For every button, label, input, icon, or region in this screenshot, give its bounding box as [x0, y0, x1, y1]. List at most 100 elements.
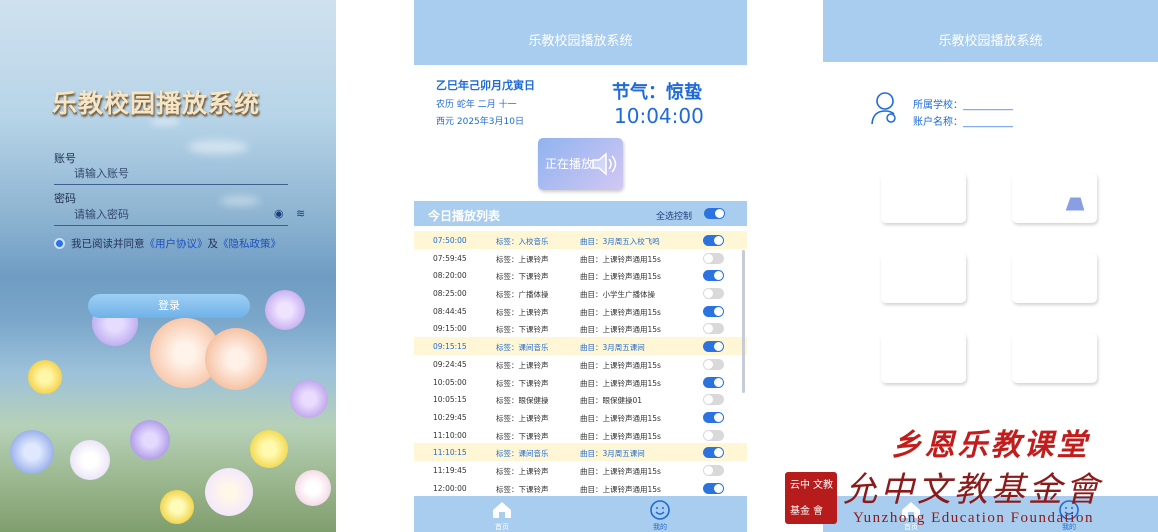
refresh-icon	[933, 346, 957, 370]
select-all-label: 全选控制	[656, 212, 693, 222]
agree-and-text: 及	[207, 238, 219, 250]
row-toggle[interactable]	[703, 394, 724, 406]
playlist-row: 11:10:00 标签：下课铃声 曲目：上课铃声通用15s	[414, 426, 747, 444]
svg-text:?: ?	[1081, 353, 1091, 374]
playlist-title: 今日播放列表	[428, 209, 501, 223]
playlist-row: 11:10:15 标签：课间音乐 曲目：3月周五课间	[414, 443, 747, 461]
profile-screen: 乐教校园播放系统 所属学校：__________ 账户名称：__________…	[823, 0, 1158, 532]
row-time: 10:05:00	[433, 377, 467, 387]
bottom-tab-bar: 首页 我的	[414, 496, 747, 532]
row-toggle[interactable]	[703, 376, 724, 388]
playlist-row: 11:19:45 标签：上课铃声 曲目：上课铃声通用15s	[414, 461, 747, 479]
insert-content-button[interactable]: 插播内容	[881, 253, 966, 303]
row-tag: 标签：上课铃声	[496, 466, 549, 476]
privacy-policy-link[interactable]: 《隐私政策》	[218, 236, 281, 251]
playlist-row: 10:29:45 标签：上课铃声 曲目：上课铃声通用15s	[414, 408, 747, 426]
row-tag: 标签：下课铃声	[496, 272, 549, 282]
login-button[interactable]: 登录	[88, 294, 250, 318]
current-time: 10:04:00	[614, 104, 704, 128]
row-time: 10:29:45	[433, 412, 467, 422]
row-song: 曲目：上课铃声通用15s	[580, 413, 661, 423]
home-icon	[493, 502, 511, 518]
row-tag: 标签：上课铃声	[496, 413, 549, 423]
sync-data-button[interactable]: 同步数据	[881, 173, 966, 223]
row-song: 曲目：上课铃声通用15s	[580, 466, 661, 476]
playlist-row: 08:25:00 标签：广播体操 曲目：小学生广播体操	[414, 284, 747, 302]
row-time: 11:19:45	[433, 465, 467, 475]
login-screen: 乐教校园播放系统 账号 密码 ◉ ≋ 我已阅读并同意 《用户协议》 及 《隐私政…	[0, 0, 336, 532]
row-time: 09:15:00	[433, 324, 467, 334]
row-toggle[interactable]	[703, 358, 724, 370]
playlist-row: 12:00:00 标签：下课铃声 曲目：上课铃声通用15s	[414, 479, 747, 497]
account-input[interactable]	[54, 163, 288, 185]
row-time: 11:10:15	[433, 448, 467, 458]
agree-text: 我已阅读并同意	[71, 238, 145, 250]
row-tag: 标签：眼保健操	[496, 396, 549, 406]
foundation-seal: 云中 文教 基金 會	[785, 472, 837, 524]
row-song: 曲目：3月周五课间	[580, 343, 645, 353]
row-toggle[interactable]	[703, 323, 724, 335]
playlist-row: 07:50:00 标签：入校音乐 曲目：3月周五入校飞鸣	[414, 231, 747, 249]
row-time: 11:10:00	[433, 430, 467, 440]
tab-mine[interactable]: 我的	[630, 496, 690, 532]
user-agreement-link[interactable]: 《用户协议》	[145, 236, 208, 251]
row-song: 曲目：上课铃声通用15s	[580, 254, 661, 264]
row-toggle[interactable]	[703, 235, 724, 246]
row-time: 12:00:00	[433, 483, 467, 493]
row-tag: 标签：下课铃声	[496, 431, 549, 441]
show-password-icon[interactable]: ◉	[274, 207, 284, 220]
help-center-button[interactable]: 帮助中心 ?	[1012, 333, 1097, 383]
player-header-title: 乐教校园播放系统	[414, 0, 747, 65]
help-center-label: 帮助中心	[1016, 353, 1058, 365]
playlist-scrollbar[interactable]	[742, 250, 745, 393]
playlist-row: 10:05:00 标签：下课铃声 曲目：上课铃声通用15s	[414, 373, 747, 391]
check-update-button[interactable]: 检查更新	[881, 333, 966, 383]
row-time: 09:24:45	[433, 359, 467, 369]
profile-header-title: 乐教校园播放系统	[823, 0, 1158, 62]
row-toggle[interactable]	[703, 305, 724, 317]
now-playing-label: 正在播放	[545, 157, 594, 171]
row-toggle[interactable]	[703, 252, 724, 264]
cloud-download-icon	[932, 188, 958, 209]
gregorian-date: 西元 2025年3月10日	[436, 117, 524, 127]
clear-cache-button[interactable]: 清理缓存	[1012, 173, 1097, 223]
row-tag: 标签：课间音乐	[496, 343, 549, 353]
player-screen: 乐教校园播放系统 乙巳年己卯月戊寅日 农历 蛇年 二月 十一 西元 2025年3…	[414, 0, 747, 532]
playlist-row: 10:05:15 标签：眼保健操 曲目：眼保健操01	[414, 390, 747, 408]
agree-radio[interactable]	[54, 238, 65, 249]
now-playing-button[interactable]: 正在播放	[538, 138, 623, 190]
timed-play-button[interactable]: 专时播放	[1012, 253, 1097, 303]
playlist-row: 08:44:45 标签：上课铃声 曲目：上课铃声通用15s	[414, 302, 747, 320]
row-song: 曲目：眼保健操01	[580, 396, 643, 406]
calendar-icon	[1063, 265, 1089, 291]
row-song: 曲目：上课铃声通用15s	[580, 272, 661, 282]
speaker-icon	[592, 152, 617, 176]
tab-mine-label: 我的	[653, 523, 667, 531]
foundation-name-en: Yunzhong Education Foundation	[853, 510, 1094, 526]
select-all-toggle[interactable]	[704, 208, 725, 219]
row-toggle[interactable]	[703, 341, 724, 353]
tab-home[interactable]: 首页	[472, 496, 532, 532]
row-toggle[interactable]	[703, 288, 724, 300]
playlist-row: 09:15:15 标签：课间音乐 曲目：3月周五课间	[414, 337, 747, 355]
row-song: 曲目：3月周五课间	[580, 449, 645, 459]
password-input[interactable]	[54, 204, 288, 226]
row-toggle[interactable]	[703, 270, 724, 282]
row-song: 曲目：上课铃声通用15s	[580, 307, 661, 317]
row-time: 08:20:00	[433, 271, 467, 281]
row-toggle[interactable]	[703, 464, 724, 476]
row-time: 08:44:45	[433, 306, 467, 316]
row-toggle[interactable]	[703, 411, 724, 423]
agreement-row: 我已阅读并同意 《用户协议》 及 《隐私政策》	[54, 236, 281, 251]
row-time: 09:15:15	[433, 342, 467, 352]
row-toggle[interactable]	[703, 429, 724, 441]
row-toggle[interactable]	[703, 482, 724, 494]
smile-icon	[650, 500, 670, 520]
hide-password-icon[interactable]: ≋	[296, 207, 305, 220]
row-time: 07:59:45	[433, 253, 467, 263]
row-toggle[interactable]	[703, 447, 724, 459]
lunar-date: 农历 蛇年 二月 十一	[436, 100, 517, 110]
sync-data-label: 同步数据	[885, 193, 927, 205]
row-tag: 标签：上课铃声	[496, 254, 549, 264]
row-song: 曲目：上课铃声通用15s	[580, 325, 661, 335]
